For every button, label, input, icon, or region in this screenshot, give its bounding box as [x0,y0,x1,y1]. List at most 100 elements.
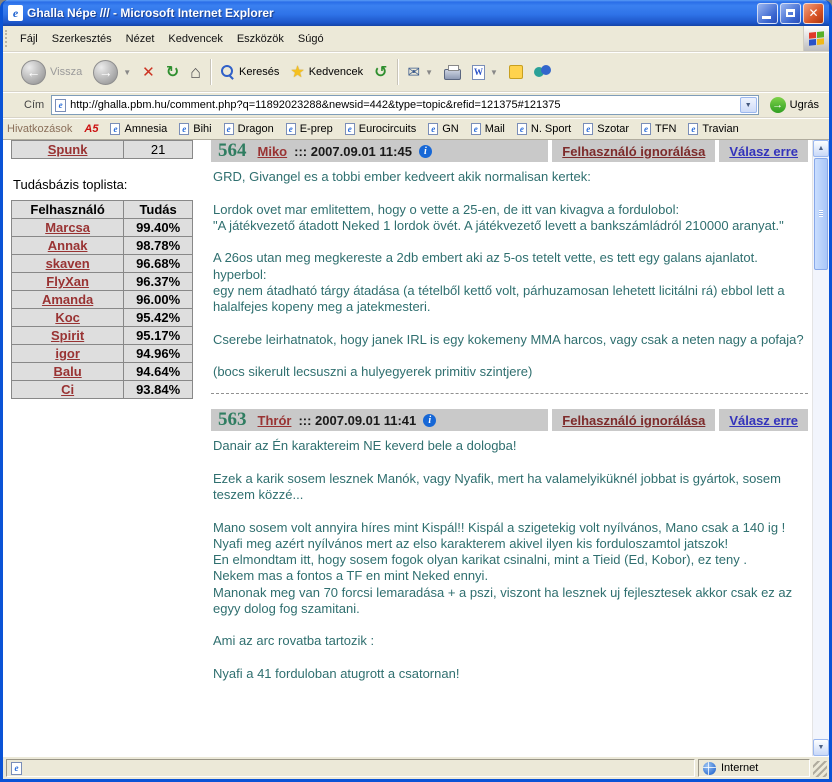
address-dropdown-button[interactable]: ▼ [740,97,757,113]
toplist-user-link[interactable]: Annak [48,238,88,253]
status-panel-zone: Internet [698,759,810,777]
favorites-button[interactable]: ★ Kedvencek [285,55,368,89]
table-row: Koc95.42% [12,309,193,327]
home-button[interactable]: ⌂ [185,55,206,89]
link-a5[interactable]: A5 [84,123,98,135]
toplist-user-link[interactable]: skaven [46,256,90,271]
reply-link[interactable]: Válasz erre [729,413,798,428]
info-icon[interactable]: i [423,414,436,427]
mail-dropdown-icon: ▼ [425,68,433,77]
reply-link[interactable]: Válasz erre [729,144,798,159]
menu-help[interactable]: Súgó [291,26,331,51]
info-icon[interactable]: i [419,145,432,158]
scroll-up-button[interactable]: ▲ [813,140,829,157]
scrollbar-track[interactable] [813,271,829,739]
ignore-user-link[interactable]: Felhasználó ignorálása [562,413,705,428]
post-number: 563 [218,409,247,431]
link-gn[interactable]: GN [428,123,459,135]
standard-toolbar: ← Vissza → ▼ ✕ ↻ ⌂ Keresés ★ Kedvencek ↺… [3,52,829,92]
post-author-link[interactable]: Thrór [258,413,292,428]
resize-grip[interactable] [813,761,827,777]
close-button[interactable]: ✕ [803,3,824,24]
print-button[interactable] [439,55,466,89]
print-icon [444,69,461,80]
links-bar-label: Hivatkozások [7,123,72,135]
mail-button[interactable]: ✉ ▼ [403,55,439,89]
minimize-button[interactable] [757,3,778,24]
ignore-user-link[interactable]: Felhasználó ignorálása [562,144,705,159]
zone-label: Internet [721,762,758,774]
post-separator [211,393,808,394]
messenger-button[interactable] [529,55,556,89]
address-url[interactable]: http://ghalla.pbm.hu/comment.php?q=11892… [70,99,735,111]
toplist-user-link[interactable]: Marcsa [45,220,90,235]
toplist-user-link[interactable]: Koc [55,310,80,325]
toplist-user-link[interactable]: Ci [61,382,74,397]
toplist-score: 93.84% [124,381,193,399]
status-bar: Internet [3,756,829,779]
menubar-grip-handle[interactable] [5,30,10,47]
toplist-score: 95.17% [124,327,193,345]
table-row: FlyXan96.37% [12,273,193,291]
link-favicon [110,123,120,135]
link-eurocircuits[interactable]: Eurocircuits [345,123,416,135]
windows-logo [803,26,829,51]
address-field[interactable]: http://ghalla.pbm.hu/comment.php?q=11892… [51,95,758,115]
link-amnesia[interactable]: Amnesia [110,123,167,135]
page-content: Spunk 21 Tudásbázis toplista: Felhasznál… [3,140,829,756]
menu-favorites[interactable]: Kedvencek [161,26,229,51]
go-button[interactable]: → Ugrás [764,95,825,115]
link-szotar[interactable]: Szotar [583,123,629,135]
toplist-user-link[interactable]: igor [55,346,80,361]
column-header-score: Tudás [124,201,193,219]
link-favicon [224,123,234,135]
menu-bar: Fájl Szerkesztés Nézet Kedvencek Eszközö… [3,26,829,52]
link-mail[interactable]: Mail [471,123,505,135]
post-body: Danair az Én karaktereim NE keverd bele … [211,438,808,682]
edit-button[interactable]: W ▼ [467,55,503,89]
note-button[interactable] [504,55,528,89]
link-favicon [428,123,438,135]
scroll-down-button[interactable]: ▼ [813,739,829,756]
link-nsport[interactable]: N. Sport [517,123,571,135]
link-tfn[interactable]: TFN [641,123,676,135]
link-favicon [583,123,593,135]
toplist-score: 96.68% [124,255,193,273]
scrollbar-thumb[interactable] [814,158,828,270]
toplist-score: 99.40% [124,219,193,237]
post-datetime: ::: 2007.09.01 11:41 [298,413,416,428]
table-row: Marcsa 99.40% [12,219,193,237]
vertical-scrollbar[interactable]: ▲ ▼ [812,140,829,756]
search-icon [221,65,235,79]
table-row: Spunk 21 [12,141,193,159]
menu-file[interactable]: Fájl [13,26,45,51]
post-list: 564 Miko ::: 2007.09.01 11:45 i Felhaszn… [211,140,812,756]
forward-button[interactable]: → ▼ [88,55,136,89]
forward-icon: → [93,60,118,85]
toplist-user-link[interactable]: FlyXan [46,274,89,289]
maximize-button[interactable] [780,3,801,24]
history-button[interactable]: ↺ [369,55,392,89]
window-title: Ghalla Népe /// - Microsoft Internet Exp… [27,6,755,20]
post-563: 563 Thrór ::: 2007.09.01 11:41 i Felhasz… [211,409,808,682]
search-button[interactable]: Keresés [216,55,284,89]
toplist-table: Felhasználó Tudás Marcsa99.40% Annak98.7… [11,200,193,399]
sidebar-user-link[interactable]: Spunk [48,142,88,157]
link-favicon [641,123,651,135]
refresh-button[interactable]: ↻ [161,55,184,89]
back-button[interactable]: ← Vissza [16,55,87,89]
toplist-user-link[interactable]: Spirit [51,328,84,343]
link-dragon[interactable]: Dragon [224,123,274,135]
stop-button[interactable]: ✕ [137,55,160,89]
link-travian[interactable]: Travian [688,123,738,135]
link-eprep[interactable]: E-prep [286,123,333,135]
post-author-link[interactable]: Miko [258,144,288,159]
menu-tools[interactable]: Eszközök [230,26,291,51]
link-bihi[interactable]: Bihi [179,123,211,135]
address-bar: Cím http://ghalla.pbm.hu/comment.php?q=1… [3,92,829,118]
menu-view[interactable]: Nézet [119,26,162,51]
toplist-user-link[interactable]: Amanda [42,292,93,307]
menu-edit[interactable]: Szerkesztés [45,26,119,51]
table-row: skaven 96.68% [12,255,193,273]
toplist-user-link[interactable]: Balu [54,364,82,379]
